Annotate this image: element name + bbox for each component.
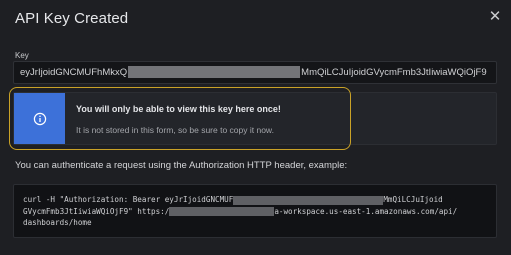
auth-instructions: You can authenticate a request using the… [15, 160, 348, 171]
key-value-suffix: MmQiLCJuIjoidGVycmFmb3JtIiwiaWQiOjF9 [301, 67, 487, 78]
key-field[interactable]: eyJrIjoidGNCMUFhMkxQ MmQiLCJuIjoidGVycmFm… [13, 61, 497, 84]
code-line-3: dashboards/home [23, 218, 92, 227]
curl-example-code[interactable]: curl -H "Authorization: Bearer eyJrIjoid… [13, 184, 497, 238]
code-line-2-start: GVycmFmb3JtIiwiaWQiOjF9" https:/ [23, 206, 170, 216]
code-line-2-end: a-workspace.us-east-1.amazonaws.com/api/ [274, 206, 458, 216]
code-line-1-start: curl -H "Authorization: Bearer eyJrIjoid… [23, 195, 234, 204]
code-line-1-end: MmQiLCJuIjoid [383, 195, 443, 204]
code-line-2: GVycmFmb3JtIiwiaWQiOjF9" https:/ a-worksp… [23, 206, 496, 218]
highlight-outline [9, 87, 351, 150]
redaction-bar [288, 195, 384, 205]
close-icon[interactable]: ✕ [487, 9, 503, 25]
redaction-bar [128, 66, 301, 79]
redaction-bar [233, 195, 289, 205]
key-value-prefix: eyJrIjoidGNCMUFhMkxQ [20, 67, 128, 78]
key-label: Key [15, 51, 29, 60]
redaction-bar [169, 207, 275, 216]
dialog-title: API Key Created [15, 10, 129, 27]
api-key-created-dialog: API Key Created ✕ Key eyJrIjoidGNCMUFhMk… [0, 0, 511, 255]
code-line-1: curl -H "Authorization: Bearer eyJrIjoid… [23, 194, 496, 206]
